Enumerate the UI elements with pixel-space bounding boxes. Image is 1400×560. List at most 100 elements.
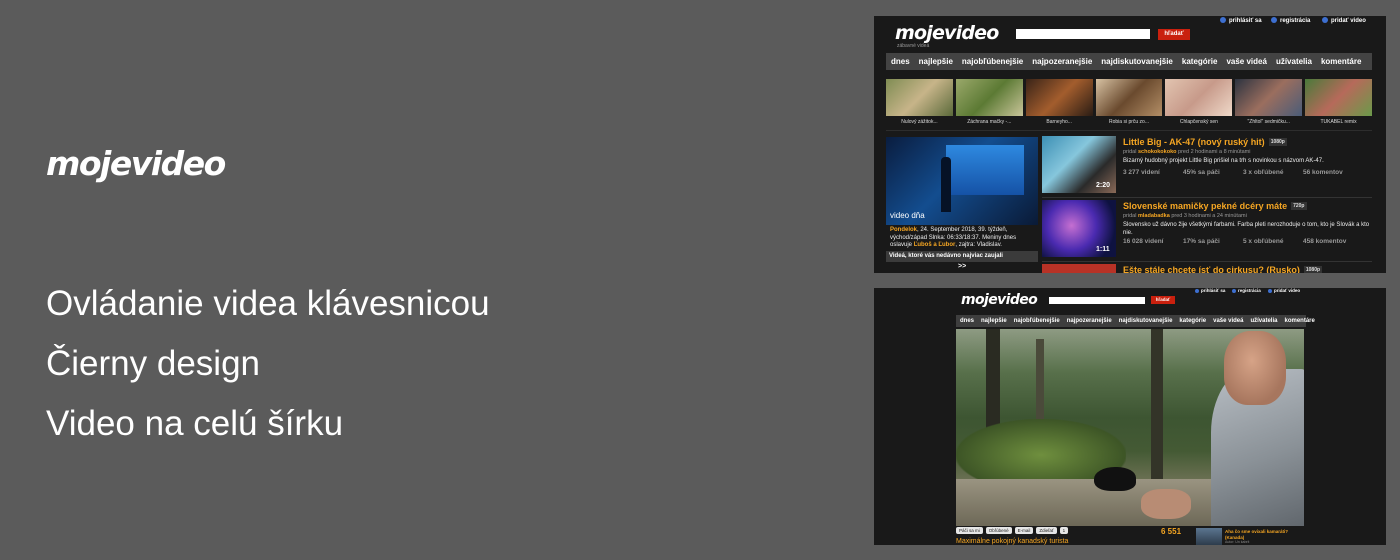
thumbnail-caption[interactable]: Barneyho...	[1026, 119, 1093, 125]
thumbnail-item[interactable]: Nulový zážitok...	[886, 79, 953, 125]
video-title[interactable]: Little Big - AK-47 (nový ruský hit) 1080p	[1123, 137, 1287, 147]
thumbnail-image[interactable]	[1025, 79, 1093, 116]
nav-item-najoblubenejsie[interactable]: najobľúbenejšie	[1014, 318, 1060, 324]
related-video[interactable]: Aha čo sme ovixali kamaráti? (Kanada) Au…	[1196, 528, 1306, 545]
video-title[interactable]: Slovenské mamičky pekné dcéry máte 720p	[1123, 201, 1307, 211]
thumbnail-image[interactable]	[1095, 79, 1163, 116]
player-actions: Páči sa mi Obľúbené E-mail Zdieľať 1	[956, 527, 1069, 534]
main-nav: dnes najlepšie najobľúbenejšie najpozera…	[886, 53, 1372, 70]
thumbnail-item[interactable]: Barneyho...	[1025, 79, 1093, 125]
video-duration: 2:20	[1096, 182, 1111, 189]
video-description: Bizarný hudobný projekt Little Big priši…	[1123, 158, 1324, 164]
key-icon	[1195, 288, 1199, 293]
promo-banner: mojevideo Ovládanie videa klávesnicou Či…	[0, 0, 1400, 560]
scene-bear	[1094, 467, 1136, 491]
nav-item-najlepsie[interactable]: najlepšie	[981, 318, 1007, 324]
thumbnail-caption[interactable]: TUKABEL remix	[1305, 119, 1372, 125]
thumbnail-item[interactable]: Robia si prču zo...	[1095, 79, 1163, 125]
thumbnail-caption[interactable]: Nulový zážitok...	[886, 119, 953, 125]
thumbnail-caption[interactable]: Záchrana mačky -...	[956, 119, 1023, 125]
thumbnail-caption[interactable]: Robia si prču zo...	[1096, 119, 1163, 125]
thumbnail-item[interactable]: Záchrana mačky -...	[955, 79, 1023, 125]
register-link[interactable]: registrácia	[1232, 288, 1261, 293]
thumbnail-image[interactable]	[886, 79, 953, 116]
video-title: Maximálne pokojný kanadský turista	[956, 538, 1069, 545]
thumbnail-image[interactable]	[1305, 79, 1373, 116]
related-video-author: Autor: Un kabrit	[1225, 540, 1250, 544]
video-of-the-day-screen	[946, 145, 1024, 195]
thumbnail-image[interactable]	[1165, 79, 1233, 116]
plus-icon	[1268, 288, 1272, 293]
video-list-item[interactable]: 1:11 Slovenské mamičky pekné dcéry máte 7…	[1042, 200, 1372, 262]
quality-badge: 1080p	[1303, 266, 1323, 273]
register-link[interactable]: registrácia	[1271, 17, 1310, 24]
video-stats: 16 028 videní 17% sa páči 5 x obľúbené 458 …	[1123, 238, 1347, 245]
video-title[interactable]: Ešte stále chcete ísť do cirkusu? (Rusko…	[1123, 265, 1323, 273]
thumbnail-image[interactable]	[1235, 79, 1303, 116]
nav-item-dnes[interactable]: dnes	[891, 57, 910, 66]
search-input[interactable]	[1049, 297, 1145, 304]
nav-item-kategorie[interactable]: kategórie	[1179, 318, 1206, 324]
nav-item-komentare[interactable]: komentáre	[1321, 57, 1361, 66]
player-screenshot: mojevideo hľadať prihlásiť sa registráci…	[874, 288, 1386, 545]
scene-tree	[1151, 329, 1163, 479]
name-day-tomorrow: , zajtra: Vladislav.	[955, 242, 1002, 248]
promo-logo: mojevideo	[46, 144, 226, 183]
user-icon	[1232, 288, 1236, 293]
thumbnail-caption[interactable]: "Zhltol" sedmičku...	[1235, 119, 1302, 125]
nav-item-vase-videa[interactable]: vaše videá	[1213, 318, 1243, 324]
thumbnail-item[interactable]: Chlapčenský sen	[1165, 79, 1233, 125]
site-logo[interactable]: mojevideo	[895, 22, 999, 44]
video-duration: 1:11	[1096, 246, 1110, 253]
video-of-the-day[interactable]: video dňa	[886, 137, 1038, 225]
video-author[interactable]: schokokokoko	[1138, 149, 1177, 155]
share-button[interactable]: Zdieľať	[1036, 527, 1057, 534]
nav-item-najlepsie[interactable]: najlepšie	[919, 57, 953, 66]
nav-item-najpozeranejsie[interactable]: najpozeranejšie	[1032, 57, 1092, 66]
nav-item-uzivatelia[interactable]: užívatelia	[1250, 318, 1277, 324]
video-author[interactable]: mladabadka	[1138, 213, 1170, 219]
divider	[1042, 261, 1372, 262]
plus-icon	[1322, 17, 1328, 23]
nav-item-uzivatelia[interactable]: užívatelia	[1276, 57, 1312, 66]
nav-item-kategorie[interactable]: kategórie	[1182, 57, 1218, 66]
more-link[interactable]: >>	[958, 263, 966, 270]
nav-item-vase-videa[interactable]: vaše videá	[1226, 57, 1266, 66]
favorite-button[interactable]: Obľúbené	[985, 527, 1012, 534]
video-thumbnail[interactable]	[1042, 264, 1116, 273]
search-button[interactable]: hľadať	[1158, 29, 1190, 40]
video-list-item[interactable]: 2:20 Little Big - AK-47 (nový ruský hit)…	[1042, 136, 1372, 198]
scene-hand	[1141, 489, 1191, 519]
main-nav: dnes najlepšie najobľúbenejšie najpozera…	[956, 315, 1315, 327]
upload-video-link[interactable]: pridať video	[1268, 288, 1300, 293]
nav-item-najdiskutovanejsie[interactable]: najdiskutovanejšie	[1101, 57, 1173, 66]
video-list-item[interactable]: Ešte stále chcete ísť do cirkusu? (Rusko…	[1042, 264, 1372, 273]
share-count: 1	[1059, 527, 1069, 534]
nav-item-najoblubenejsie[interactable]: najobľúbenejšie	[962, 57, 1023, 66]
nav-item-najpozeranejsie[interactable]: najpozeranejšie	[1067, 318, 1112, 324]
nav-item-dnes[interactable]: dnes	[960, 318, 974, 324]
view-count: 6 551	[1161, 527, 1182, 536]
site-logo[interactable]: mojevideo	[961, 292, 1038, 308]
login-link[interactable]: prihlásiť sa	[1195, 288, 1225, 293]
nav-item-najdiskutovanejsie[interactable]: najdiskutovanejšie	[1119, 318, 1173, 324]
thumbnail-item[interactable]: "Zhltol" sedmičku...	[1235, 79, 1303, 125]
nav-item-komentare[interactable]: komentáre	[1284, 318, 1314, 324]
upload-video-link[interactable]: pridať video	[1322, 17, 1366, 24]
related-video-thumbnail[interactable]	[1196, 528, 1222, 545]
video-player[interactable]	[956, 329, 1304, 526]
search-input[interactable]	[1016, 29, 1150, 39]
related-video-title[interactable]: Aha čo sme ovixali kamaráti? (Kanada)	[1225, 529, 1303, 540]
like-button[interactable]: Páči sa mi	[956, 527, 983, 534]
thumbnail-item[interactable]: TUKABEL remix	[1305, 79, 1373, 125]
key-icon	[1220, 17, 1226, 23]
email-button[interactable]: E-mail	[1014, 527, 1034, 534]
thumbnail-strip: Nulový zážitok... Záchrana mačky -... Ba…	[886, 79, 1373, 125]
login-link[interactable]: prihlásiť sa	[1220, 17, 1262, 24]
divider	[886, 130, 1372, 131]
thumbnail-image[interactable]	[955, 79, 1023, 116]
search-button[interactable]: hľadať	[1151, 296, 1175, 304]
video-author-line: pridal mladabadka pred 3 hodinami a 24 m…	[1123, 213, 1247, 219]
name-day-names[interactable]: Ľuboš a Ľubor	[914, 242, 956, 248]
thumbnail-caption[interactable]: Chlapčenský sen	[1165, 119, 1232, 125]
